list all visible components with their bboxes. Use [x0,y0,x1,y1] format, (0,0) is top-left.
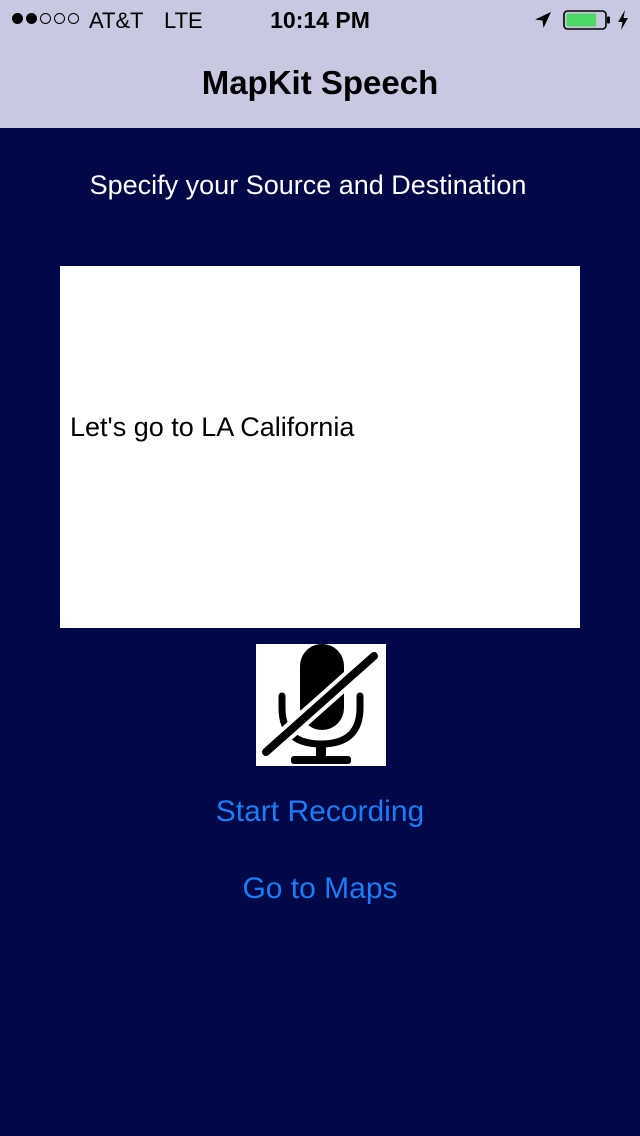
navigation-bar: AT&T LTE 10:14 PM MapKit Speech [0,0,640,128]
location-arrow-icon [535,12,551,28]
go-to-maps-button[interactable]: Go to Maps [0,872,640,906]
transcription-text: Let's go to LA California [70,412,355,442]
microphone-toggle-button[interactable] [256,644,386,766]
battery-icon [563,10,610,30]
charging-bolt-icon [618,10,628,30]
battery-level-fill [566,13,597,27]
status-bar: AT&T LTE 10:14 PM [0,0,640,40]
transcription-text-view[interactable]: Let's go to LA California [60,266,580,628]
instruction-label: Specify your Source and Destination [89,170,527,200]
start-recording-button[interactable]: Start Recording [0,795,640,829]
page-title: MapKit Speech [201,64,439,101]
microphone-slash-icon [258,644,382,764]
